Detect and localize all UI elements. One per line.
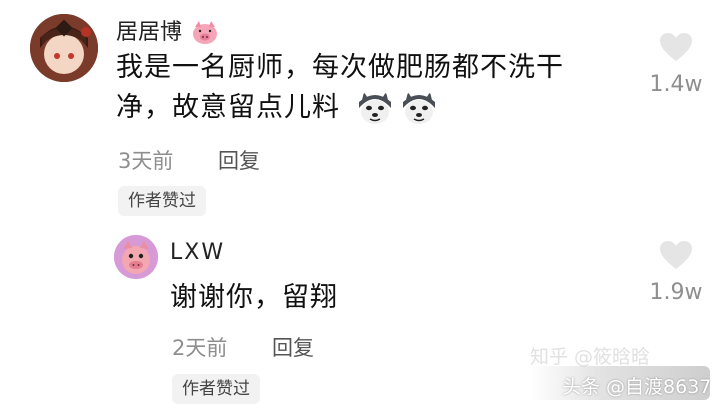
comment-time: 3天前 bbox=[118, 149, 174, 173]
toutiao-watermark: 头条 @自渡8637 bbox=[562, 376, 712, 398]
reply-like-count: 1.9w bbox=[649, 280, 703, 305]
reply-button[interactable]: 回复 bbox=[218, 145, 260, 175]
author-liked-badge: 作者赞过 bbox=[118, 186, 206, 216]
like-count: 1.4w bbox=[649, 72, 703, 97]
heart-icon[interactable] bbox=[659, 241, 693, 274]
reply-text: 谢谢你，留翔 bbox=[170, 282, 338, 313]
reply-avatar[interactable] bbox=[114, 235, 158, 279]
reply-avatar-image bbox=[114, 235, 158, 279]
doge-emoji-icon bbox=[400, 90, 438, 128]
username[interactable]: 居居博 bbox=[116, 20, 182, 45]
comment-line-1: 我是一名厨师，每次做肥肠都不洗干 bbox=[116, 52, 564, 83]
reply-reply-button[interactable]: 回复 bbox=[272, 332, 314, 362]
zhihu-watermark: 知乎 @筱晗晗 bbox=[530, 346, 651, 368]
doge-emoji-group bbox=[356, 90, 438, 128]
comment-line-2-text: 净，故意留点儿料 bbox=[116, 92, 340, 123]
like-group: 1.4w bbox=[646, 32, 706, 97]
comment-text: 我是一名厨师，每次做肥肠都不洗干 净，故意留点儿料 bbox=[116, 48, 616, 128]
avatar-image bbox=[30, 14, 98, 82]
pig-emoji-icon bbox=[191, 20, 219, 49]
comment-header: 居居博 bbox=[116, 14, 219, 49]
heart-icon[interactable] bbox=[659, 33, 693, 66]
reply-author-liked-badge: 作者赞过 bbox=[172, 374, 260, 404]
reply-time: 2天前 bbox=[172, 336, 228, 360]
comment-line-2: 净，故意留点儿料 bbox=[116, 88, 616, 128]
avatar[interactable] bbox=[30, 14, 98, 82]
reply-like-group: 1.9w bbox=[646, 240, 706, 305]
doge-emoji-icon bbox=[356, 90, 394, 128]
reply-username[interactable]: LXW bbox=[170, 240, 225, 265]
